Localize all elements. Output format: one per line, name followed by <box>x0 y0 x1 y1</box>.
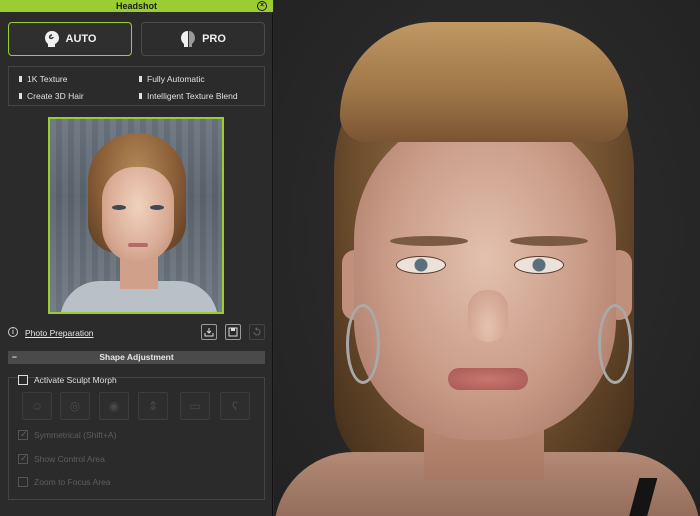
head-tool-icon: ◎ <box>69 399 81 413</box>
reset-icon <box>253 327 261 336</box>
eye-tool-icon: ◉ <box>108 399 120 413</box>
pro-mode-button[interactable]: PRO <box>141 22 265 56</box>
panel-title: Headshot <box>115 1 157 11</box>
head-split-icon <box>181 31 196 47</box>
3d-viewport[interactable] <box>274 0 700 516</box>
reset-button[interactable] <box>249 324 265 340</box>
load-photo-button[interactable] <box>201 324 217 340</box>
headshot-panel: Headshot × AUTO PRO 1K Texture Fully Aut… <box>0 0 273 516</box>
feature-label: Fully Automatic <box>147 74 205 84</box>
show-control-area-checkbox[interactable] <box>18 453 28 464</box>
show-control-area-label: Show Control Area <box>34 454 105 464</box>
save-button[interactable] <box>225 324 241 340</box>
feature-label: Create 3D Hair <box>27 91 84 101</box>
feature-list: 1K Texture Fully Automatic Create 3D Hai… <box>8 66 265 106</box>
mouth-tool-button[interactable]: ▭ <box>180 392 210 420</box>
activate-sculpt-morph-checkbox[interactable] <box>18 375 28 385</box>
auto-mode-button[interactable]: AUTO <box>8 22 132 56</box>
info-icon[interactable]: i <box>8 327 18 337</box>
load-photo-icon <box>204 328 214 337</box>
symmetrical-checkbox[interactable] <box>18 429 28 440</box>
head-tool-button[interactable]: ◎ <box>60 392 90 420</box>
bullet-icon <box>139 76 142 82</box>
zoom-to-focus-label: Zoom to Focus Area <box>34 477 111 487</box>
ear-tool-icon: ʕ <box>232 399 238 413</box>
symmetrical-label: Symmetrical (Shift+A) <box>34 430 117 440</box>
bullet-icon <box>139 93 142 99</box>
nose-tool-icon: ⇕ <box>147 399 159 413</box>
zoom-to-focus-checkbox[interactable] <box>18 477 28 487</box>
eye-tool-button[interactable]: ◉ <box>99 392 129 420</box>
source-photo[interactable] <box>48 117 224 314</box>
pro-mode-label: PRO <box>202 33 226 45</box>
feature-label: Intelligent Texture Blend <box>147 91 238 101</box>
section-title: Shape Adjustment <box>99 352 174 362</box>
save-icon <box>228 327 238 337</box>
bullet-icon <box>19 93 22 99</box>
auto-mode-label: AUTO <box>65 33 97 45</box>
ear-tool-button[interactable]: ʕ <box>220 392 250 420</box>
mouth-tool-icon: ▭ <box>189 399 201 413</box>
photo-preparation-link[interactable]: Photo Preparation <box>25 328 94 338</box>
3d-head-model <box>354 110 616 440</box>
shape-adjustment-header[interactable]: − Shape Adjustment <box>8 351 265 364</box>
feature-item: 1K Texture <box>19 74 67 84</box>
bullet-icon <box>19 76 22 82</box>
face-tool-icon: ☺ <box>30 399 44 413</box>
panel-titlebar: Headshot × <box>0 0 273 12</box>
head-swirl-icon <box>44 31 59 47</box>
collapse-icon[interactable]: − <box>12 351 17 364</box>
feature-item: Create 3D Hair <box>19 91 84 101</box>
close-icon[interactable]: × <box>257 1 267 11</box>
nose-tool-button[interactable]: ⇕ <box>138 392 168 420</box>
activate-sculpt-morph-label: Activate Sculpt Morph <box>34 375 117 385</box>
feature-item: Fully Automatic <box>139 74 205 84</box>
feature-item: Intelligent Texture Blend <box>139 91 238 101</box>
face-tool-button[interactable]: ☺ <box>22 392 52 420</box>
feature-label: 1K Texture <box>27 74 68 84</box>
